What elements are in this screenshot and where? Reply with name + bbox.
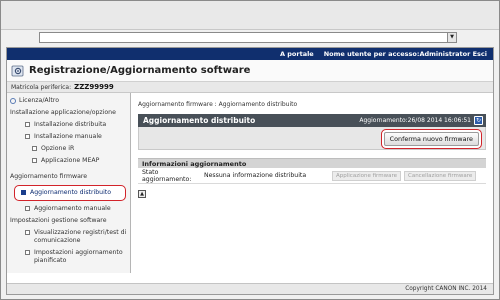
bullet-selected-icon <box>21 190 26 195</box>
sidebar-item-label: Licenza/Altro <box>19 97 59 104</box>
device-serial-label: Matricola periferica: <box>11 83 72 91</box>
sidebar-item-logs[interactable]: Visualizzazione registri/test di comunic… <box>7 227 130 247</box>
bullet-icon <box>32 158 37 163</box>
address-bar[interactable]: ▼ <box>39 32 457 43</box>
bullet-icon <box>25 206 30 211</box>
sidebar-item-label: Installazione manuale <box>34 133 102 140</box>
confirm-new-firmware-button[interactable]: Conferma nuovo firmware <box>383 132 479 146</box>
sidebar-item-meap-app[interactable]: Applicazione MEAP <box>7 155 130 167</box>
refresh-icon[interactable]: ↻ <box>474 116 483 125</box>
top-nav-bar: A portale Nome utente per accesso:Admini… <box>7 48 493 60</box>
apply-firmware-button[interactable]: Applicazione firmware <box>332 170 401 181</box>
remote-ui-page: A portale Nome utente per accesso:Admini… <box>6 47 494 295</box>
sidebar-item-ir-option[interactable]: Opzione iR <box>7 143 130 155</box>
browser-toolbar <box>1 1 499 30</box>
sidebar-item-distributed-install[interactable]: Installazione distribuita <box>7 119 130 131</box>
license-icon <box>10 98 16 104</box>
page-title-bar: Registrazione/Aggiornamento software <box>7 60 493 82</box>
sidebar-item-manual-install[interactable]: Installazione manuale <box>7 131 130 143</box>
sidebar-item-license[interactable]: Licenza/Altro <box>7 95 130 107</box>
sidebar-section-label: Aggiornamento firmware <box>10 173 88 180</box>
info-section-header: Informazioni aggiornamento <box>138 158 486 168</box>
bullet-icon <box>25 134 30 139</box>
footer: Copyright CANON INC. 2014 <box>7 283 493 294</box>
breadcrumb: Aggiornamento firmware : Aggiornamento d… <box>138 101 298 108</box>
main-content: Aggiornamento firmware : Aggiornamento d… <box>131 93 493 273</box>
status-row: Stato aggiornamento: Nessuna informazion… <box>138 168 486 184</box>
sidebar-section-label: Impostazioni gestione software <box>10 217 107 224</box>
sidebar-item-label: Applicazione MEAP <box>41 157 100 164</box>
panel-title: Aggiornamento distribuito <box>143 116 256 125</box>
sidebar-item-label: Aggiornamento manuale <box>34 205 111 212</box>
scroll-top-icon[interactable]: ▲ <box>138 190 146 198</box>
panel-body: Conferma nuovo firmware <box>138 127 486 150</box>
sidebar-section-firmware: Aggiornamento firmware <box>7 171 130 183</box>
portal-link[interactable]: A portale <box>280 50 314 58</box>
sidebar-item-scheduled-update[interactable]: Impostazioni aggiornamento pianificato <box>7 247 130 267</box>
bullet-icon <box>32 146 37 151</box>
status-value: Nessuna informazione distribuita <box>204 172 307 179</box>
address-row: ▼ <box>1 30 499 45</box>
sidebar-item-label: Aggiornamento distribuito <box>30 189 112 196</box>
page-title: Registrazione/Aggiornamento software <box>29 65 251 76</box>
sidebar: Licenza/Altro Installazione applicazione… <box>7 93 131 273</box>
sidebar-item-label: Visualizzazione registri/test di comunic… <box>34 229 127 244</box>
confirm-highlight: Conferma nuovo firmware <box>380 129 482 149</box>
sidebar-item-label: Installazione distribuita <box>34 121 107 128</box>
last-updated: Aggiornamento:26/08 2014 16:06:51 <box>359 117 471 124</box>
sidebar-item-distributed-update[interactable]: Aggiornamento distribuito <box>14 185 126 201</box>
software-gear-icon <box>11 65 24 76</box>
bullet-icon <box>25 250 30 255</box>
device-serial-bar: Matricola periferica: ZZZ99999 <box>7 82 493 93</box>
sidebar-item-label: Impostazioni aggiornamento pianificato <box>34 249 123 264</box>
address-dropdown-icon[interactable]: ▼ <box>447 33 456 42</box>
sidebar-item-manual-update[interactable]: Aggiornamento manuale <box>7 203 130 215</box>
panel-header: Aggiornamento distribuito Aggiornamento:… <box>138 114 486 127</box>
delete-firmware-button[interactable]: Cancellazione firmware <box>403 170 477 181</box>
user-logout-link[interactable]: Nome utente per accesso:Administrator Es… <box>324 50 487 58</box>
bullet-icon <box>25 122 30 127</box>
sidebar-item-label: Opzione iR <box>41 145 75 152</box>
browser-window: ▼ A portale Nome utente per accesso:Admi… <box>0 0 500 300</box>
status-label: Stato aggiornamento: <box>142 168 192 183</box>
sidebar-section-label: Installazione applicazione/opzione <box>10 109 116 116</box>
sidebar-section-install: Installazione applicazione/opzione <box>7 107 130 119</box>
bullet-icon <box>25 230 30 235</box>
device-serial-value: ZZZ99999 <box>74 83 114 91</box>
sidebar-section-management: Impostazioni gestione software <box>7 215 130 227</box>
